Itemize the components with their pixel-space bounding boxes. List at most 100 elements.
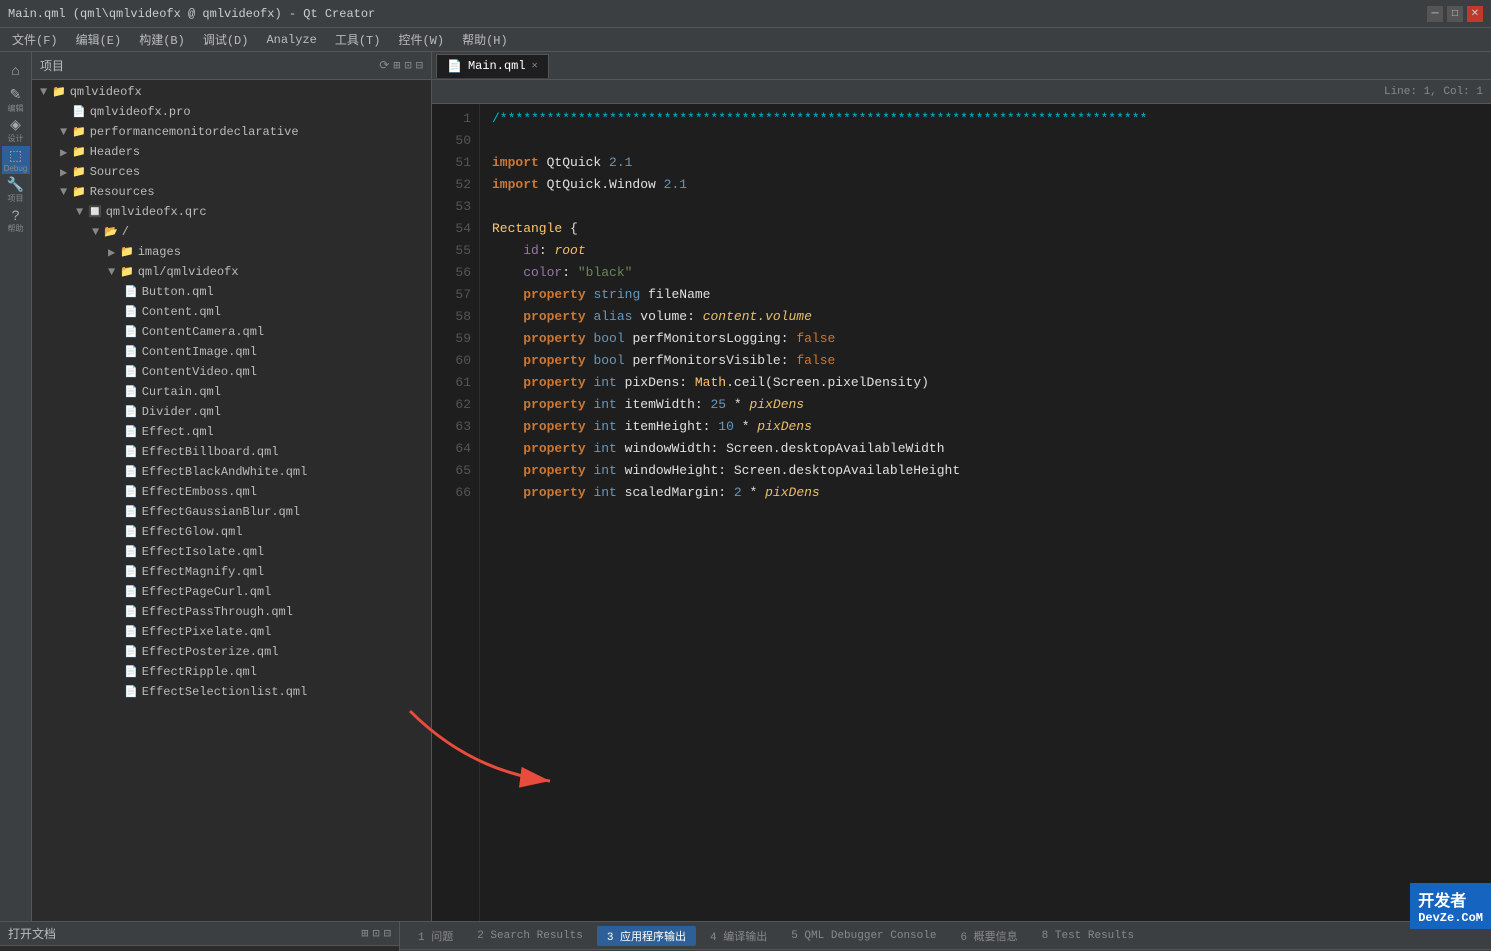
code-area[interactable]: /***************************************… bbox=[480, 104, 1491, 921]
menu-controls[interactable]: 控件(W) bbox=[390, 29, 452, 50]
output-tab-problems[interactable]: 1 问题 bbox=[408, 926, 463, 946]
output-tab-compile[interactable]: 4 编译输出 bbox=[700, 926, 777, 946]
open-docs-icon2[interactable]: ⊡ bbox=[373, 926, 380, 941]
code-line-61: property int pixDens: Math.ceil(Screen.p… bbox=[492, 372, 1479, 394]
sidebar-design-btn[interactable]: ◈ 设计 bbox=[2, 116, 30, 144]
menu-edit[interactable]: 编辑(E) bbox=[68, 29, 130, 50]
output-tab-qml[interactable]: 5 QML Debugger Console bbox=[781, 928, 946, 944]
editor-tabs: 📄 Main.qml ✕ bbox=[432, 52, 1491, 80]
bottom-right-panel: 1 问题 2 Search Results 3 应用程序输出 4 编译输出 5 … bbox=[400, 922, 1491, 951]
code-line-62: property int itemWidth: 25 * pixDens bbox=[492, 394, 1479, 416]
code-line-65: property int windowHeight: Screen.deskto… bbox=[492, 460, 1479, 482]
code-line-63: property int itemHeight: 10 * pixDens bbox=[492, 416, 1479, 438]
tab-close-btn[interactable]: ✕ bbox=[532, 60, 538, 72]
doc-item-maincpp[interactable]: main.cpp bbox=[0, 946, 399, 951]
tree-item-effect[interactable]: 📄 Effect.qml bbox=[32, 422, 431, 442]
tree-item-contentvideo[interactable]: 📄 ContentVideo.qml bbox=[32, 362, 431, 382]
menu-file[interactable]: 文件(F) bbox=[4, 29, 66, 50]
tree-item-sources[interactable]: ▶ 📁 Sources bbox=[32, 162, 431, 182]
sidebar-welcome-btn[interactable]: ⌂ bbox=[2, 56, 30, 84]
tree-item-effectisolate[interactable]: 📄 EffectIsolate.qml bbox=[32, 542, 431, 562]
tree-item-effectbillboard[interactable]: 📄 EffectBillboard.qml bbox=[32, 442, 431, 462]
tree-item-resources[interactable]: ▼ 📁 Resources bbox=[32, 182, 431, 202]
tree-item-qml-folder[interactable]: ▼ 📁 qml/qmlvideofx bbox=[32, 262, 431, 282]
tree-item-effectpixelate[interactable]: 📄 EffectPixelate.qml bbox=[32, 622, 431, 642]
editor-tab-main[interactable]: 📄 Main.qml ✕ bbox=[436, 54, 549, 78]
code-line-55: id: root bbox=[492, 240, 1479, 262]
tab-icon: 📄 bbox=[447, 59, 462, 74]
menu-bar: 文件(F) 编辑(E) 构建(B) 调试(D) Analyze 工具(T) 控件… bbox=[0, 28, 1491, 52]
tree-item-images[interactable]: ▶ 📁 images bbox=[32, 242, 431, 262]
tree-item-effectpassthrough[interactable]: 📄 EffectPassThrough.qml bbox=[32, 602, 431, 622]
bottom-left-panel: 打开文档 ⊞ ⊡ ⊟ main.cpp Main.qml 项目: qmlvide… bbox=[0, 922, 400, 951]
editor-toolbar: Line: 1, Col: 1 bbox=[432, 80, 1491, 104]
tree-item-effectposterize[interactable]: 📄 EffectPosterize.qml bbox=[32, 642, 431, 662]
expand-icon[interactable]: ⊡ bbox=[405, 58, 412, 73]
code-line-53 bbox=[492, 196, 1479, 218]
menu-tools[interactable]: 工具(T) bbox=[327, 29, 389, 50]
open-docs-icon1[interactable]: ⊞ bbox=[361, 926, 368, 941]
maximize-button[interactable]: □ bbox=[1447, 6, 1463, 22]
code-line-64: property int windowWidth: Screen.desktop… bbox=[492, 438, 1479, 460]
tree-item-effectglow[interactable]: 📄 EffectGlow.qml bbox=[32, 522, 431, 542]
tree-item-perf[interactable]: ▼ 📁 performancemonitordeclarative bbox=[32, 122, 431, 142]
watermark-line1: 开发者 bbox=[1418, 887, 1483, 911]
code-line-58: property alias volume: content.volume bbox=[492, 306, 1479, 328]
tree-item-pro[interactable]: 📄 qmlvideofx.pro bbox=[32, 102, 431, 122]
code-line-66: property int scaledMargin: 2 * pixDens bbox=[492, 482, 1479, 504]
code-line-60: property bool perfMonitorsVisible: false bbox=[492, 350, 1479, 372]
tree-item-effectselectionlist[interactable]: 📄 EffectSelectionlist.qml bbox=[32, 682, 431, 702]
tree-item-qrc[interactable]: ▼ 🔲 qmlvideofx.qrc bbox=[32, 202, 431, 222]
watermark-line2: DevZe.CoM bbox=[1418, 911, 1483, 925]
tree-item-effectpagecurl[interactable]: 📄 EffectPageCurl.qml bbox=[32, 582, 431, 602]
tree-item-contentcamera[interactable]: 📄 ContentCamera.qml bbox=[32, 322, 431, 342]
tree-item-effectemboss[interactable]: 📄 EffectEmboss.qml bbox=[32, 482, 431, 502]
tree-item-slash[interactable]: ▼ 📂 / bbox=[32, 222, 431, 242]
sidebar-icons: ⌂ ✎ 编辑 ◈ 设计 ⬚ Debug 🔧 项目 ? 帮助 bbox=[0, 52, 32, 921]
open-docs-header: 打开文档 ⊞ ⊡ ⊟ bbox=[0, 922, 399, 946]
tree-item-effectgaussian[interactable]: 📄 EffectGaussianBlur.qml bbox=[32, 502, 431, 522]
window-controls: ─ □ ✕ bbox=[1427, 6, 1483, 22]
filter-icon[interactable]: ⊞ bbox=[393, 58, 400, 73]
tree-item-contentimage[interactable]: 📄 ContentImage.qml bbox=[32, 342, 431, 362]
tree-item-content[interactable]: 📄 Content.qml bbox=[32, 302, 431, 322]
file-tree-header: 项目 ⟳ ⊞ ⊡ ⊟ bbox=[32, 52, 431, 80]
menu-analyze[interactable]: Analyze bbox=[258, 31, 324, 49]
minimize-button[interactable]: ─ bbox=[1427, 6, 1443, 22]
open-docs-icons: ⊞ ⊡ ⊟ bbox=[361, 926, 391, 941]
tree-item-curtain[interactable]: 📄 Curtain.qml bbox=[32, 382, 431, 402]
line-numbers: 1 50 51 52 53 54 55 56 57 58 59 60 61 62… bbox=[432, 104, 480, 921]
position-indicator: Line: 1, Col: 1 bbox=[1384, 86, 1483, 98]
tree-item-headers[interactable]: ▶ 📁 Headers bbox=[32, 142, 431, 162]
sidebar-help-btn[interactable]: ? 帮助 bbox=[2, 206, 30, 234]
open-docs-icon3[interactable]: ⊟ bbox=[384, 926, 391, 941]
menu-help[interactable]: 帮助(H) bbox=[454, 29, 516, 50]
tree-item-effectmagnify[interactable]: 📄 EffectMagnify.qml bbox=[32, 562, 431, 582]
arrow-icon: ▼ bbox=[40, 85, 52, 99]
output-tab-summary[interactable]: 6 概要信息 bbox=[950, 926, 1027, 946]
output-tab-search[interactable]: 2 Search Results bbox=[467, 928, 593, 944]
code-line-57: property string fileName bbox=[492, 284, 1479, 306]
bottom-area: 打开文档 ⊞ ⊡ ⊟ main.cpp Main.qml 项目: qmlvide… bbox=[0, 921, 1491, 951]
code-line-52: import QtQuick.Window 2.1 bbox=[492, 174, 1479, 196]
sidebar-edit-btn[interactable]: ✎ 编辑 bbox=[2, 86, 30, 114]
tree-item-divider[interactable]: 📄 Divider.qml bbox=[32, 402, 431, 422]
output-tab-app[interactable]: 3 应用程序输出 bbox=[597, 926, 696, 946]
collapse-icon[interactable]: ⊟ bbox=[416, 58, 423, 73]
close-button[interactable]: ✕ bbox=[1467, 6, 1483, 22]
menu-build[interactable]: 构建(B) bbox=[131, 29, 193, 50]
code-line-54: Rectangle { bbox=[492, 218, 1479, 240]
tree-item-effectbw[interactable]: 📄 EffectBlackAndWhite.qml bbox=[32, 462, 431, 482]
sync-icon[interactable]: ⟳ bbox=[379, 58, 389, 73]
sidebar-debug-btn[interactable]: ⬚ Debug bbox=[2, 146, 30, 174]
open-docs-list: main.cpp Main.qml bbox=[0, 946, 399, 951]
tree-item-button[interactable]: 📄 Button.qml bbox=[32, 282, 431, 302]
code-line-50 bbox=[492, 130, 1479, 152]
editor-panel: 📄 Main.qml ✕ Line: 1, Col: 1 1 50 51 52 … bbox=[432, 52, 1491, 921]
tree-item-effectripple[interactable]: 📄 EffectRipple.qml bbox=[32, 662, 431, 682]
tree-item-qmlvideofx[interactable]: ▼ 📁 qmlvideofx bbox=[32, 82, 431, 102]
file-tree-title: 项目 bbox=[40, 57, 64, 74]
output-tab-test[interactable]: 8 Test Results bbox=[1032, 928, 1144, 944]
sidebar-project-btn[interactable]: 🔧 项目 bbox=[2, 176, 30, 204]
menu-debug[interactable]: 调试(D) bbox=[195, 29, 257, 50]
